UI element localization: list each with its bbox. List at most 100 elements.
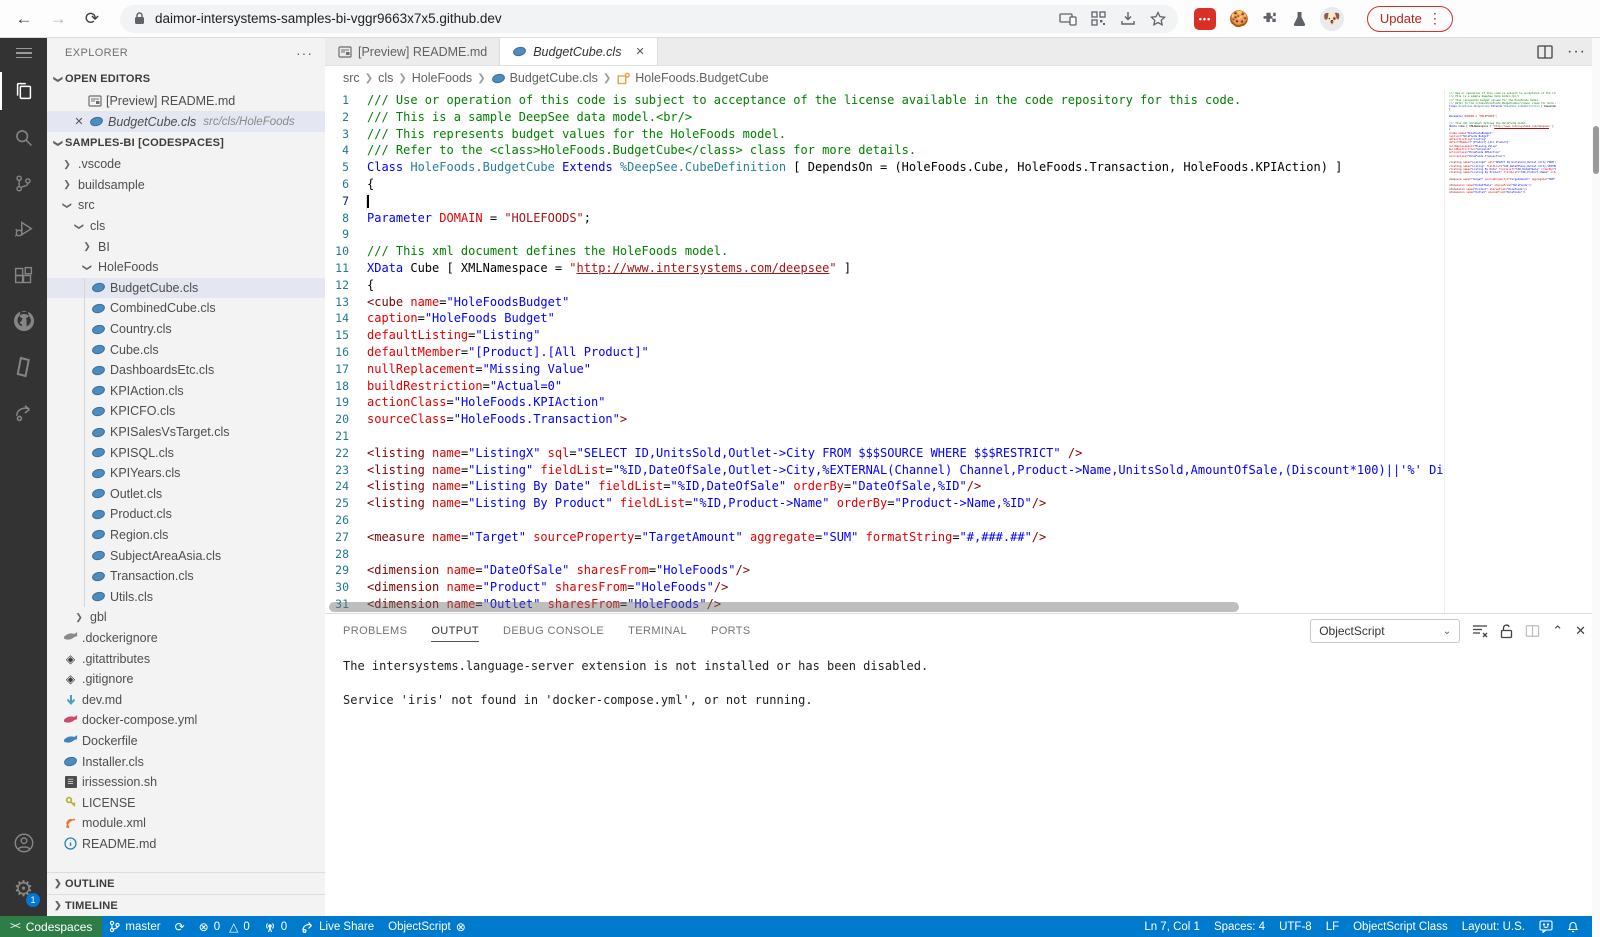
code-line-14[interactable]: 14caption="HoleFoods Budget" [325,310,1444,327]
file-budgetcube-cls[interactable]: BudgetCube.cls [47,278,325,299]
explorer-more-actions-icon[interactable]: ··· [296,45,313,61]
breadcrumb-item-budgetcube-cls[interactable]: BudgetCube.cls [491,71,598,85]
search-icon[interactable] [0,114,47,160]
clear-output-icon[interactable] [1472,624,1488,638]
breadcrumb-item-src[interactable]: src [343,71,360,85]
code-line-29[interactable]: 29<dimension name="DateOfSale" sharesFro… [325,562,1444,579]
browser-forward-button[interactable]: → [44,5,72,33]
file-utils-cls[interactable]: Utils.cls [47,586,325,607]
file-dev-md[interactable]: dev.md [47,689,325,710]
profile-avatar[interactable]: 🐶 [1320,7,1344,31]
language-mode-indicator[interactable]: ObjectScript Class [1346,916,1455,937]
server-share-icon[interactable] [0,390,47,436]
output-channel-select[interactable]: ObjectScript ⌄ [1310,619,1460,643]
github-icon[interactable] [0,298,47,344]
code-line-8[interactable]: 8Parameter DOMAIN = "HOLEFOODS"; [325,210,1444,227]
editor-more-actions-icon[interactable]: ··· [1567,43,1586,61]
menu-dots-icon[interactable]: ⋮ [1422,10,1448,27]
breadcrumb-item-holefoods-budgetcube[interactable]: HoleFoods.BudgetCube [616,71,768,85]
browser-reload-button[interactable]: ⟳ [78,5,106,33]
file-combinedcube-cls[interactable]: CombinedCube.cls [47,298,325,319]
file-kpiaction-cls[interactable]: KPIAction.cls [47,381,325,402]
run-debug-icon[interactable] [0,206,47,252]
explorer-icon[interactable] [0,68,47,114]
folder-gbl[interactable]: ❯gbl [47,607,325,628]
intersystems-icon[interactable] [0,344,47,390]
code-line-27[interactable]: 27<measure name="Target" sourceProperty=… [325,529,1444,546]
code-line-6[interactable]: 6{ [325,176,1444,193]
code-line-18[interactable]: 18buildRestriction="Actual=0" [325,378,1444,395]
code-line-24[interactable]: 24<listing name="Listing By Date" fieldL… [325,478,1444,495]
password-ext-icon[interactable]: ••• [1194,8,1216,30]
cast-devices-icon[interactable] [1059,12,1077,26]
file-kpisql-cls[interactable]: KPISQL.cls [47,442,325,463]
file-module-xml[interactable]: module.xml [47,813,325,834]
download-icon[interactable] [1120,11,1136,26]
file-region-cls[interactable]: Region.cls [47,525,325,546]
sync-button[interactable]: ⟳ [168,916,192,937]
browser-page-scrollbar[interactable] [1592,38,1600,937]
outline-section-header[interactable]: ❯ OUTLINE [47,872,325,894]
minimap[interactable]: /// Use or operation of this code is sub… [1444,90,1556,613]
update-button[interactable]: Update ⋮ [1367,6,1453,32]
code-line-17[interactable]: 17nullReplacement="Missing Value" [325,361,1444,378]
address-bar[interactable]: daimor-intersystems-samples-bi-vggr9663x… [120,5,1178,33]
folder-src[interactable]: ❯src [47,195,325,216]
code-line-28[interactable]: 28 [325,546,1444,563]
code-line-16[interactable]: 16defaultMember="[Product].[All Product]… [325,344,1444,361]
close-panel-icon[interactable]: ✕ [1575,623,1586,639]
workspace-root-header[interactable]: ❯ SAMPLES-BI [CODESPACES] [47,132,325,154]
maximize-panel-icon[interactable]: ⌃ [1552,623,1563,639]
file-license[interactable]: LICENSE [47,792,325,813]
file-kpiyears-cls[interactable]: KPIYears.cls [47,463,325,484]
code-line-23[interactable]: 23<listing name="Listing" fieldList="%ID… [325,462,1444,479]
code-line-21[interactable]: 21 [325,428,1444,445]
ports-indicator[interactable]: 0 [257,916,294,937]
code-line-10[interactable]: 10/// This xml document defines the Hole… [325,243,1444,260]
live-share-button[interactable]: Live Share [294,916,381,937]
file-product-cls[interactable]: Product.cls [47,504,325,525]
file-dockerfile[interactable]: Dockerfile [47,731,325,752]
file-cube-cls[interactable]: Cube.cls [47,339,325,360]
scrollbar-thumb[interactable] [1593,126,1599,174]
folder-cls[interactable]: ❯cls [47,216,325,237]
folder--vscode[interactable]: ❯.vscode [47,154,325,175]
settings-gear-icon[interactable]: ⚙ 1 [0,866,47,912]
source-control-icon[interactable] [0,160,47,206]
file-dashboardsetc-cls[interactable]: DashboardsEtc.cls [47,360,325,381]
breadcrumb-item-cls[interactable]: cls [378,71,393,85]
problems-indicator[interactable]: ⊗0 △0 [192,916,257,937]
qr-icon[interactable] [1091,11,1106,26]
close-icon[interactable]: ✕ [635,45,644,58]
code-line-20[interactable]: 20sourceClass="HoleFoods.Transaction"> [325,411,1444,428]
horizontal-scrollbar[interactable] [329,602,1239,612]
file-irissession-sh[interactable]: ☰irissession.sh [47,772,325,793]
lock-output-icon[interactable] [1500,624,1513,639]
cookie-ext-icon[interactable]: 🍪 [1229,9,1249,29]
file-subjectareaasia-cls[interactable]: SubjectAreaAsia.cls [47,545,325,566]
panel-tab-output[interactable]: OUTPUT [431,614,479,648]
code-line-3[interactable]: 3/// This represents budget values for t… [325,126,1444,143]
eol-indicator[interactable]: LF [1319,916,1346,937]
file-docker-compose-yml[interactable]: docker-compose.yml [47,710,325,731]
flask-ext-icon[interactable] [1292,11,1307,27]
code-line-19[interactable]: 19actionClass="HoleFoods.KPIAction" [325,394,1444,411]
extensions-icon[interactable] [0,252,47,298]
panel-tab-debug-console[interactable]: DEBUG CONSOLE [503,614,604,648]
tab-readme-preview[interactable]: [Preview] README.md [325,38,500,65]
open-editors-header[interactable]: ❯ OPEN EDITORS [47,68,325,90]
keyboard-layout-indicator[interactable]: Layout: U.S. [1455,916,1532,937]
code-line-25[interactable]: 25<listing name="Listing By Product" fie… [325,495,1444,512]
code-line-12[interactable]: 12{ [325,277,1444,294]
notifications-bell-button[interactable] [1560,916,1586,937]
remote-indicator[interactable]: >< Codespaces [0,916,102,937]
browser-back-button[interactable]: ← [10,5,38,33]
file--gitattributes[interactable]: ◈.gitattributes [47,648,325,669]
code-line-9[interactable]: 9 [325,226,1444,243]
folder-bi[interactable]: ❯BI [47,236,325,257]
code-editor[interactable]: 1/// Use or operation of this code is su… [325,90,1600,613]
folder-holefoods[interactable]: ❯HoleFoods [47,257,325,278]
file-kpisalesvstarget-cls[interactable]: KPISalesVsTarget.cls [47,422,325,443]
code-line-2[interactable]: 2/// This is a sample DeepSee data model… [325,109,1444,126]
panel-tab-terminal[interactable]: TERMINAL [628,614,687,648]
